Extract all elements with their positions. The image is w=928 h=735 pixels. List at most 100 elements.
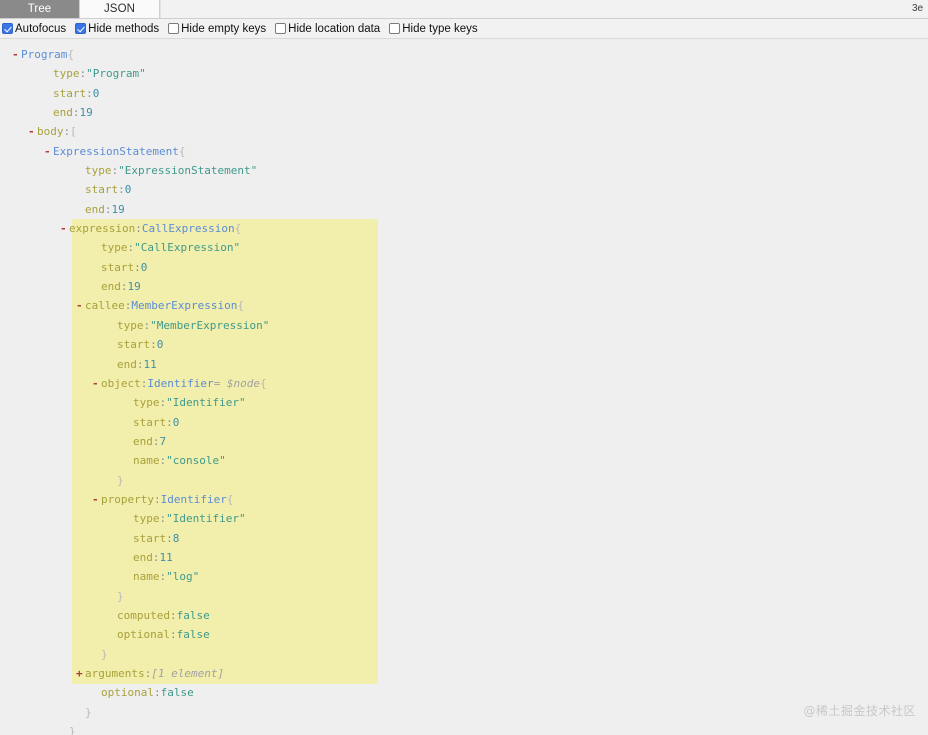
option-hide-type-keys[interactable]: Hide type keys [389, 23, 478, 35]
collapse-toggle-icon[interactable]: - [60, 219, 69, 238]
option-hide-empty-keys-label: Hide empty keys [181, 22, 267, 35]
tree-row[interactable]: - property: Identifier { [0, 490, 928, 509]
filter-options-bar: Autofocus Hide methods Hide empty keys H… [0, 19, 928, 39]
property-value: CallExpression [141, 222, 235, 236]
tree-row[interactable]: end: 11 [0, 548, 928, 567]
tab-tree[interactable]: Tree [0, 0, 80, 18]
collapse-toggle-icon[interactable]: - [28, 122, 37, 141]
tree-row[interactable]: start: 8 [0, 529, 928, 548]
tab-json[interactable]: JSON [80, 0, 160, 18]
key-colon: : [135, 222, 142, 236]
tree-row[interactable]: - Program { [0, 45, 928, 64]
property-key: arguments [85, 667, 145, 680]
ast-tree-panel[interactable]: - Program { type: "Program" start: 0 end:… [0, 39, 928, 735]
collapse-toggle-icon[interactable]: - [76, 296, 85, 315]
expand-toggle-icon[interactable]: + [76, 664, 85, 683]
key-colon: : [152, 434, 160, 448]
bracket: } [117, 589, 124, 603]
tree-row[interactable]: - body: [ [0, 122, 928, 141]
tree-row[interactable]: end: 11 [0, 355, 928, 374]
tree-row[interactable]: start: 0 [0, 258, 928, 277]
collapse-toggle-icon[interactable]: - [92, 490, 101, 509]
option-hide-empty-keys[interactable]: Hide empty keys [168, 23, 266, 35]
property-key: end [85, 202, 105, 216]
property-key: name [133, 570, 160, 584]
property-value: "Identifier" [166, 396, 246, 410]
checkbox-hide-empty-keys-icon[interactable] [168, 23, 180, 34]
tree-row[interactable]: type: "Identifier" [0, 393, 928, 412]
key-colon: : [104, 202, 112, 216]
property-value: "MemberExpression" [150, 318, 270, 332]
key-colon: : [159, 512, 167, 526]
bracket: } [101, 647, 108, 661]
option-hide-methods[interactable]: Hide methods [75, 23, 159, 35]
tree-row[interactable]: } [0, 645, 928, 664]
property-key: end [53, 106, 73, 120]
property-value: 11 [143, 357, 157, 371]
collapse-toggle-icon[interactable]: - [12, 45, 21, 64]
key-colon: : [166, 531, 173, 545]
key-colon: : [169, 628, 177, 642]
tree-row[interactable]: start: 0 [0, 335, 928, 354]
bracket: { [178, 144, 186, 158]
checkbox-autofocus-icon[interactable] [2, 23, 13, 34]
tree-row[interactable]: start: 0 [0, 84, 928, 103]
property-value: 0 [124, 183, 132, 197]
option-autofocus[interactable]: Autofocus [2, 23, 66, 35]
checkbox-hide-methods-icon[interactable] [75, 23, 87, 34]
tree-row[interactable]: type: "ExpressionStatement" [0, 161, 928, 180]
tree-row[interactable]: - callee: MemberExpression { [0, 296, 928, 315]
property-key: body [37, 125, 64, 139]
tree-row[interactable]: } [0, 587, 928, 606]
key-colon: : [120, 280, 128, 294]
property-key: type [101, 241, 128, 255]
bracket: { [226, 492, 234, 506]
key-colon: : [140, 376, 148, 390]
tree-row[interactable]: name: "console" [0, 451, 928, 470]
collapse-toggle-icon[interactable]: - [44, 142, 53, 161]
tree-row[interactable]: type: "CallExpression" [0, 238, 928, 257]
tree-row[interactable]: end: 7 [0, 432, 928, 451]
tree-row[interactable]: end: 19 [0, 277, 928, 296]
collapse-toggle-icon[interactable]: - [92, 374, 101, 393]
key-colon: : [169, 608, 177, 622]
tree-row[interactable]: optional: false [0, 625, 928, 644]
tree-row[interactable]: - ExpressionStatement { [0, 142, 928, 161]
checkbox-hide-type-keys-icon[interactable] [389, 23, 401, 34]
tree-row[interactable]: + arguments: [1 element] [0, 664, 928, 683]
property-value: "CallExpression" [134, 241, 241, 255]
property-value: 0 [156, 338, 164, 352]
tree-row[interactable]: start: 0 [0, 413, 928, 432]
property-key: optional [101, 686, 154, 700]
property-value: Identifier [147, 376, 214, 390]
property-value: "Program" [86, 67, 146, 81]
property-key: expression [69, 222, 136, 236]
tree-row[interactable]: start: 0 [0, 180, 928, 199]
tree-row[interactable]: - object: Identifier = $node { [0, 374, 928, 393]
bracket: } [117, 473, 124, 487]
tree-row[interactable]: computed: false [0, 606, 928, 625]
tree-row[interactable]: optional: false [0, 683, 928, 702]
tree-row[interactable]: } [0, 722, 928, 735]
key-colon: : [111, 164, 119, 178]
tree-row[interactable]: name: "log" [0, 567, 928, 586]
tree-row[interactable]: end: 19 [0, 200, 928, 219]
tree-row[interactable]: type: "MemberExpression" [0, 316, 928, 335]
property-value: 8 [172, 531, 180, 545]
tree-row[interactable]: - expression: CallExpression { [0, 219, 928, 238]
tree-row[interactable]: } [0, 471, 928, 490]
tree-row[interactable]: } [0, 703, 928, 722]
key-colon: : [118, 183, 125, 197]
option-autofocus-label: Autofocus [15, 22, 67, 35]
checkbox-hide-location-data-icon[interactable] [275, 23, 287, 34]
tree-row[interactable]: type: "Identifier" [0, 509, 928, 528]
tree-row[interactable]: end: 19 [0, 103, 928, 122]
option-hide-location-data[interactable]: Hide location data [275, 23, 380, 35]
ast-tree-rows: - Program { type: "Program" start: 0 end:… [0, 45, 928, 735]
property-value: false [176, 608, 210, 622]
property-value: "Identifier" [166, 512, 246, 526]
property-key: property [101, 492, 154, 506]
key-colon: : [124, 299, 132, 313]
property-key: name [133, 454, 160, 468]
tree-row[interactable]: type: "Program" [0, 64, 928, 83]
